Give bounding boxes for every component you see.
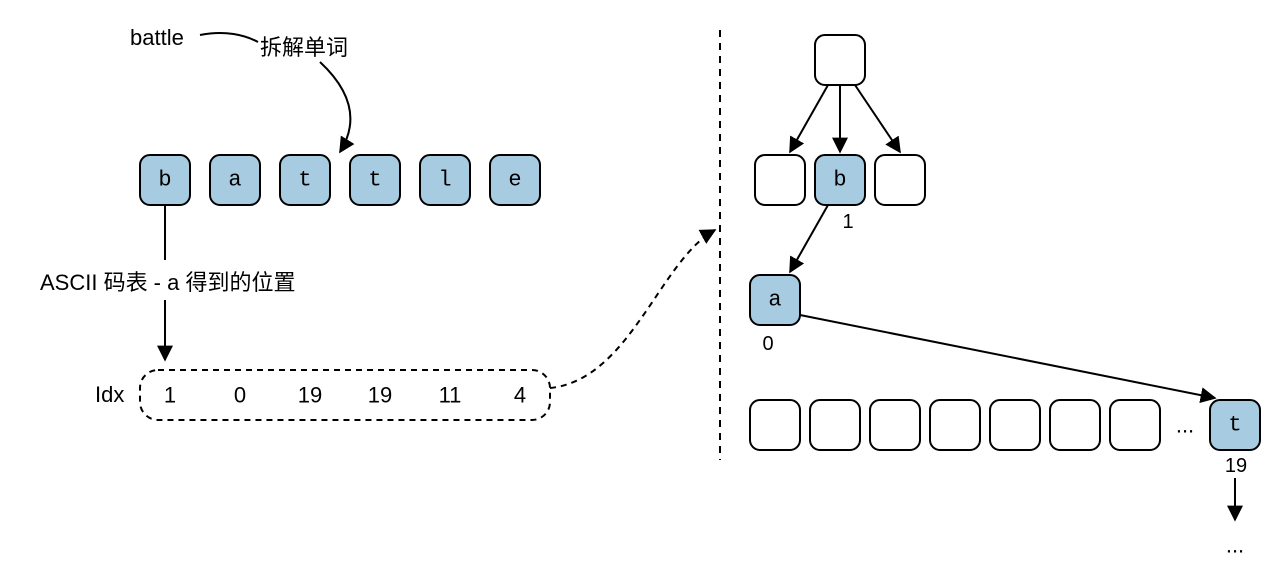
trie-a-index: 0 [762, 333, 773, 355]
trie-t-index: 19 [1225, 455, 1247, 477]
idx-val: 19 [298, 383, 322, 408]
break-word-label: 拆解单词 [260, 35, 348, 60]
trie-b-index: 1 [842, 211, 853, 233]
trie-node-empty [875, 155, 925, 205]
trie-child-empty [810, 400, 860, 450]
letter-text: t [298, 168, 311, 193]
trie-node-b-label: b [833, 168, 846, 193]
letter-text: t [368, 168, 381, 193]
trie-node-empty [755, 155, 805, 205]
word-label: battle [130, 25, 184, 50]
letter-text: e [508, 168, 521, 193]
idx-val: 0 [234, 383, 246, 408]
trie-children-row: ... t [750, 400, 1260, 450]
trie-node-a-label: a [768, 288, 781, 313]
more-ellipsis: ... [1226, 533, 1244, 558]
word-connector [200, 33, 258, 42]
idx-box [140, 370, 550, 420]
idx-val: 4 [514, 383, 526, 408]
break-arrow [320, 62, 350, 152]
ascii-label: ASCII 码表 - a 得到的位置 [40, 270, 295, 295]
letter-text: a [228, 168, 241, 193]
trie-node-t-label: t [1228, 413, 1241, 438]
idx-label: Idx [95, 382, 124, 407]
idx-val: 19 [368, 383, 392, 408]
trie-child-empty [990, 400, 1040, 450]
trie-root [815, 35, 865, 85]
idx-val: 1 [164, 383, 176, 408]
letter-text: l [438, 168, 451, 193]
trie-child-empty [1050, 400, 1100, 450]
idx-to-trie-arrow [550, 230, 715, 388]
b-to-a-edge [790, 205, 828, 272]
a-to-t-edge [800, 315, 1215, 398]
letter-row: b a t t l e [140, 155, 540, 205]
children-ellipsis: ... [1176, 413, 1194, 438]
trie-child-empty [870, 400, 920, 450]
trie-child-empty [1110, 400, 1160, 450]
trie-child-empty [750, 400, 800, 450]
trie-child-empty [930, 400, 980, 450]
root-edge [790, 85, 828, 152]
letter-text: b [158, 168, 171, 193]
idx-val: 11 [439, 383, 462, 408]
root-edge [855, 85, 900, 152]
trie-diagram: battle 拆解单词 b a t t l e ASCII 码表 - a 得到的… [0, 0, 1276, 562]
